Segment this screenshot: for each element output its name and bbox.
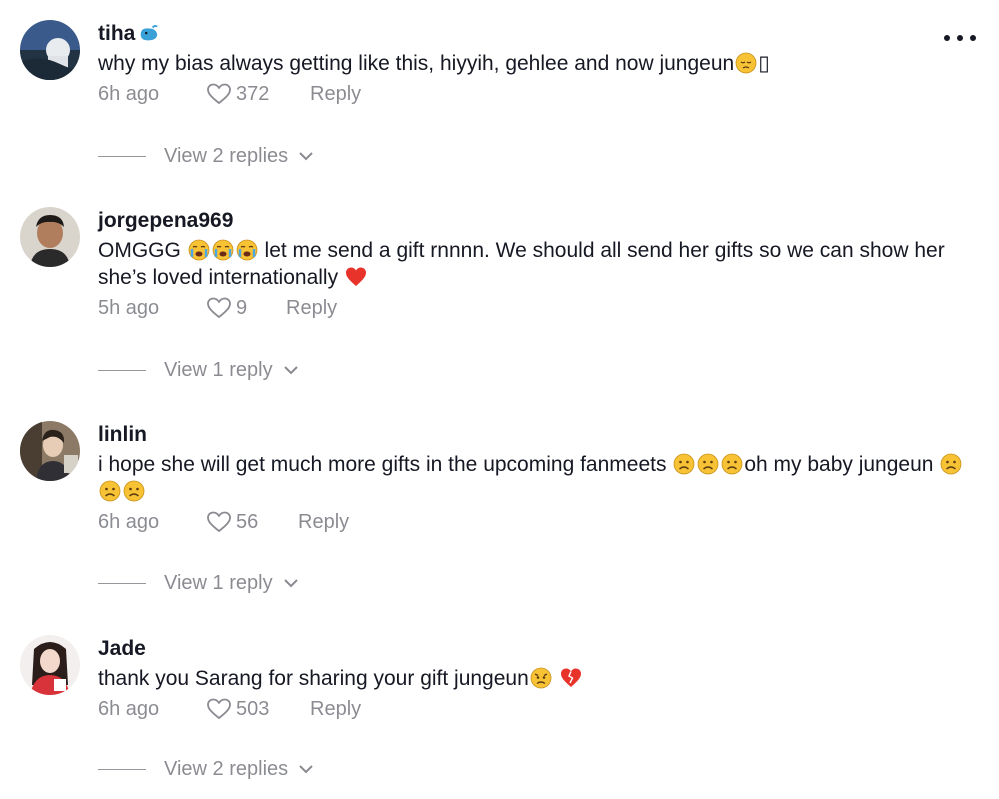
chevron-down-icon <box>283 579 298 588</box>
reply-button[interactable]: Reply <box>310 695 361 723</box>
heart-outline-icon <box>207 83 231 105</box>
avatar[interactable] <box>20 421 80 481</box>
comment-meta: 6h ago 56 Reply <box>98 508 969 536</box>
avatar[interactable] <box>20 20 80 80</box>
comment-text: OMGGG let me send a gift rnnnn. We shoul… <box>98 237 969 291</box>
loudly-crying-face-emoji <box>212 239 234 261</box>
divider-line <box>98 582 146 584</box>
divider-line <box>98 155 146 157</box>
pensive-face-emoji <box>735 52 757 74</box>
like-count: 503 <box>236 698 270 720</box>
comment-text: thank you Sarang for sharing your gift j… <box>98 665 969 692</box>
like-count: 372 <box>236 83 270 105</box>
comment-meta: 6h ago 503 Reply <box>98 695 969 723</box>
red-heart-emoji <box>345 266 367 288</box>
frowning-face-emoji <box>673 453 695 475</box>
like-button[interactable]: 503 <box>206 695 286 723</box>
loudly-crying-face-emoji <box>188 239 210 261</box>
divider-line <box>98 369 146 371</box>
username-text: linlin <box>98 423 147 446</box>
heart-outline-icon <box>207 297 231 319</box>
timestamp: 6h ago <box>98 83 160 105</box>
username[interactable]: Jade <box>98 635 146 663</box>
heart-outline-icon <box>207 511 231 533</box>
like-button[interactable]: 9 <box>206 294 262 322</box>
comment-text-start: OMGGG <box>98 239 181 262</box>
comment-text-start: i hope she will get much more gifts in t… <box>98 453 667 476</box>
username[interactable]: linlin <box>98 421 147 449</box>
comment-text-body: why my bias always getting like this, hi… <box>98 52 735 75</box>
view-replies-label: View 1 reply <box>164 572 273 594</box>
view-replies-button[interactable]: View 2 replies <box>98 755 314 783</box>
heart-outline-icon <box>207 698 231 720</box>
frowning-face-emoji <box>940 453 962 475</box>
username[interactable]: tiha <box>98 20 163 48</box>
frowning-face-emoji <box>721 453 743 475</box>
username[interactable]: jorgepena969 <box>98 207 233 235</box>
divider-line <box>98 768 146 770</box>
frowning-face-emoji <box>99 480 121 502</box>
view-replies-button[interactable]: View 1 reply <box>98 569 299 597</box>
view-replies-label: View 2 replies <box>164 758 289 780</box>
view-replies-label: View 2 replies <box>164 145 289 167</box>
reply-button[interactable]: Reply <box>286 294 337 322</box>
view-replies-button[interactable]: View 2 replies <box>98 142 314 170</box>
like-button[interactable]: 372 <box>206 80 286 108</box>
comment-text: i hope she will get much more gifts in t… <box>98 451 969 505</box>
worried-face-emoji <box>530 667 552 689</box>
comment-meta: 6h ago 372 Reply <box>98 80 969 108</box>
chevron-down-icon <box>299 765 313 774</box>
timestamp: 5h ago <box>98 297 160 319</box>
missing-glyph: ▯ <box>758 52 770 75</box>
frowning-face-emoji <box>697 453 719 475</box>
frowning-face-emoji <box>123 480 145 502</box>
timestamp: 6h ago <box>98 698 160 720</box>
chevron-down-icon <box>283 366 298 375</box>
like-button[interactable]: 56 <box>206 508 274 536</box>
view-replies-button[interactable]: View 1 reply <box>98 356 299 384</box>
comment-text-body: thank you Sarang for sharing your gift j… <box>98 667 529 690</box>
comment-text: why my bias always getting like this, hi… <box>98 50 969 77</box>
reply-button[interactable]: Reply <box>310 80 361 108</box>
whale-emoji <box>138 23 162 45</box>
like-count: 9 <box>236 297 248 319</box>
timestamp: 6h ago <box>98 511 160 533</box>
like-count: 56 <box>236 511 259 533</box>
broken-heart-emoji <box>560 667 582 689</box>
comment-meta: 5h ago 9 Reply <box>98 294 969 322</box>
username-text: jorgepena969 <box>98 209 234 232</box>
view-replies-label: View 1 reply <box>164 359 273 381</box>
avatar[interactable] <box>20 207 80 267</box>
loudly-crying-face-emoji <box>236 239 258 261</box>
username-text: tiha <box>98 22 136 45</box>
chevron-down-icon <box>299 152 313 161</box>
reply-button[interactable]: Reply <box>298 508 349 536</box>
more-options-icon[interactable] <box>944 30 976 46</box>
username-text: Jade <box>98 637 146 660</box>
comment-text-end: oh my baby jungeun <box>744 453 934 476</box>
avatar[interactable] <box>20 635 80 695</box>
